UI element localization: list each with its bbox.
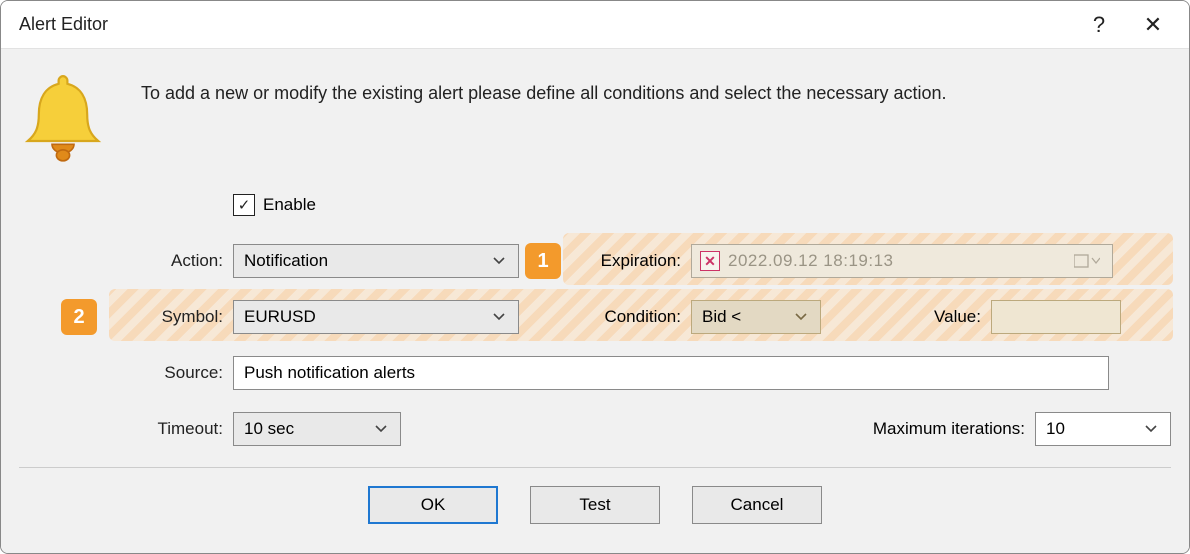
chevron-down-icon (490, 257, 508, 265)
ok-button[interactable]: OK (368, 486, 498, 524)
expiration-value: 2022.09.12 18:19:13 (728, 251, 1062, 271)
value-input[interactable] (991, 300, 1121, 334)
calendar-dropdown-icon[interactable] (1070, 253, 1104, 269)
timeout-row: Timeout: 10 sec Maximum iterations: 10 (109, 401, 1171, 457)
timeout-value: 10 sec (244, 419, 372, 439)
bell-icon (19, 69, 107, 169)
close-button[interactable]: ✕ (1135, 7, 1171, 43)
action-dropdown[interactable]: Notification (233, 244, 519, 278)
expiration-label: Expiration: (567, 251, 691, 271)
source-label: Source: (109, 363, 233, 383)
max-iterations-dropdown[interactable]: 10 (1035, 412, 1171, 446)
symbol-dropdown[interactable]: EURUSD (233, 300, 519, 334)
titlebar: Alert Editor ? ✕ (1, 1, 1189, 49)
action-label: Action: (109, 251, 233, 271)
window-title: Alert Editor (19, 14, 108, 35)
condition-value: Bid < (702, 307, 792, 327)
source-value: Push notification alerts (244, 363, 415, 383)
chevron-down-icon (372, 425, 390, 433)
intro-row: To add a new or modify the existing aler… (19, 69, 1171, 169)
condition-label: Condition: (519, 307, 691, 327)
enable-label: Enable (263, 195, 316, 215)
alert-editor-window: Alert Editor ? ✕ To add a new or modify … (0, 0, 1190, 554)
callout-badge-1: 1 (525, 243, 561, 279)
intro-text: To add a new or modify the existing aler… (141, 69, 946, 104)
timeout-label: Timeout: (109, 419, 233, 439)
value-label: Value: (821, 307, 991, 327)
action-value: Notification (244, 251, 490, 271)
condition-dropdown[interactable]: Bid < (691, 300, 821, 334)
dialog-body: To add a new or modify the existing aler… (1, 49, 1189, 553)
form: ✓ Enable Action: Notification 1 Expirati… (109, 177, 1171, 457)
test-button[interactable]: Test (530, 486, 660, 524)
max-iterations-value: 10 (1046, 419, 1142, 439)
source-input[interactable]: Push notification alerts (233, 356, 1109, 390)
checkbox-icon: ✓ (233, 194, 255, 216)
help-button[interactable]: ? (1081, 7, 1117, 43)
button-bar: OK Test Cancel (19, 467, 1171, 524)
timeout-dropdown[interactable]: 10 sec (233, 412, 401, 446)
enable-checkbox[interactable]: ✓ Enable (233, 194, 316, 216)
chevron-down-icon (1142, 425, 1160, 433)
expiration-field[interactable]: ✕ 2022.09.12 18:19:13 (691, 244, 1113, 278)
chevron-down-icon (792, 313, 810, 321)
enable-row: ✓ Enable (109, 177, 1171, 233)
symbol-value: EURUSD (244, 307, 490, 327)
callout-badge-2: 2 (61, 299, 97, 335)
max-iterations-label: Maximum iterations: (851, 419, 1035, 439)
clear-x-icon[interactable]: ✕ (700, 251, 720, 271)
chevron-down-icon (490, 313, 508, 321)
symbol-row: 2 Symbol: EURUSD Condition: Bid < Value: (109, 289, 1171, 345)
action-row: Action: Notification 1 Expiration: ✕ 202… (109, 233, 1171, 289)
source-row: Source: Push notification alerts (109, 345, 1171, 401)
cancel-button[interactable]: Cancel (692, 486, 822, 524)
symbol-label: Symbol: (109, 307, 233, 327)
